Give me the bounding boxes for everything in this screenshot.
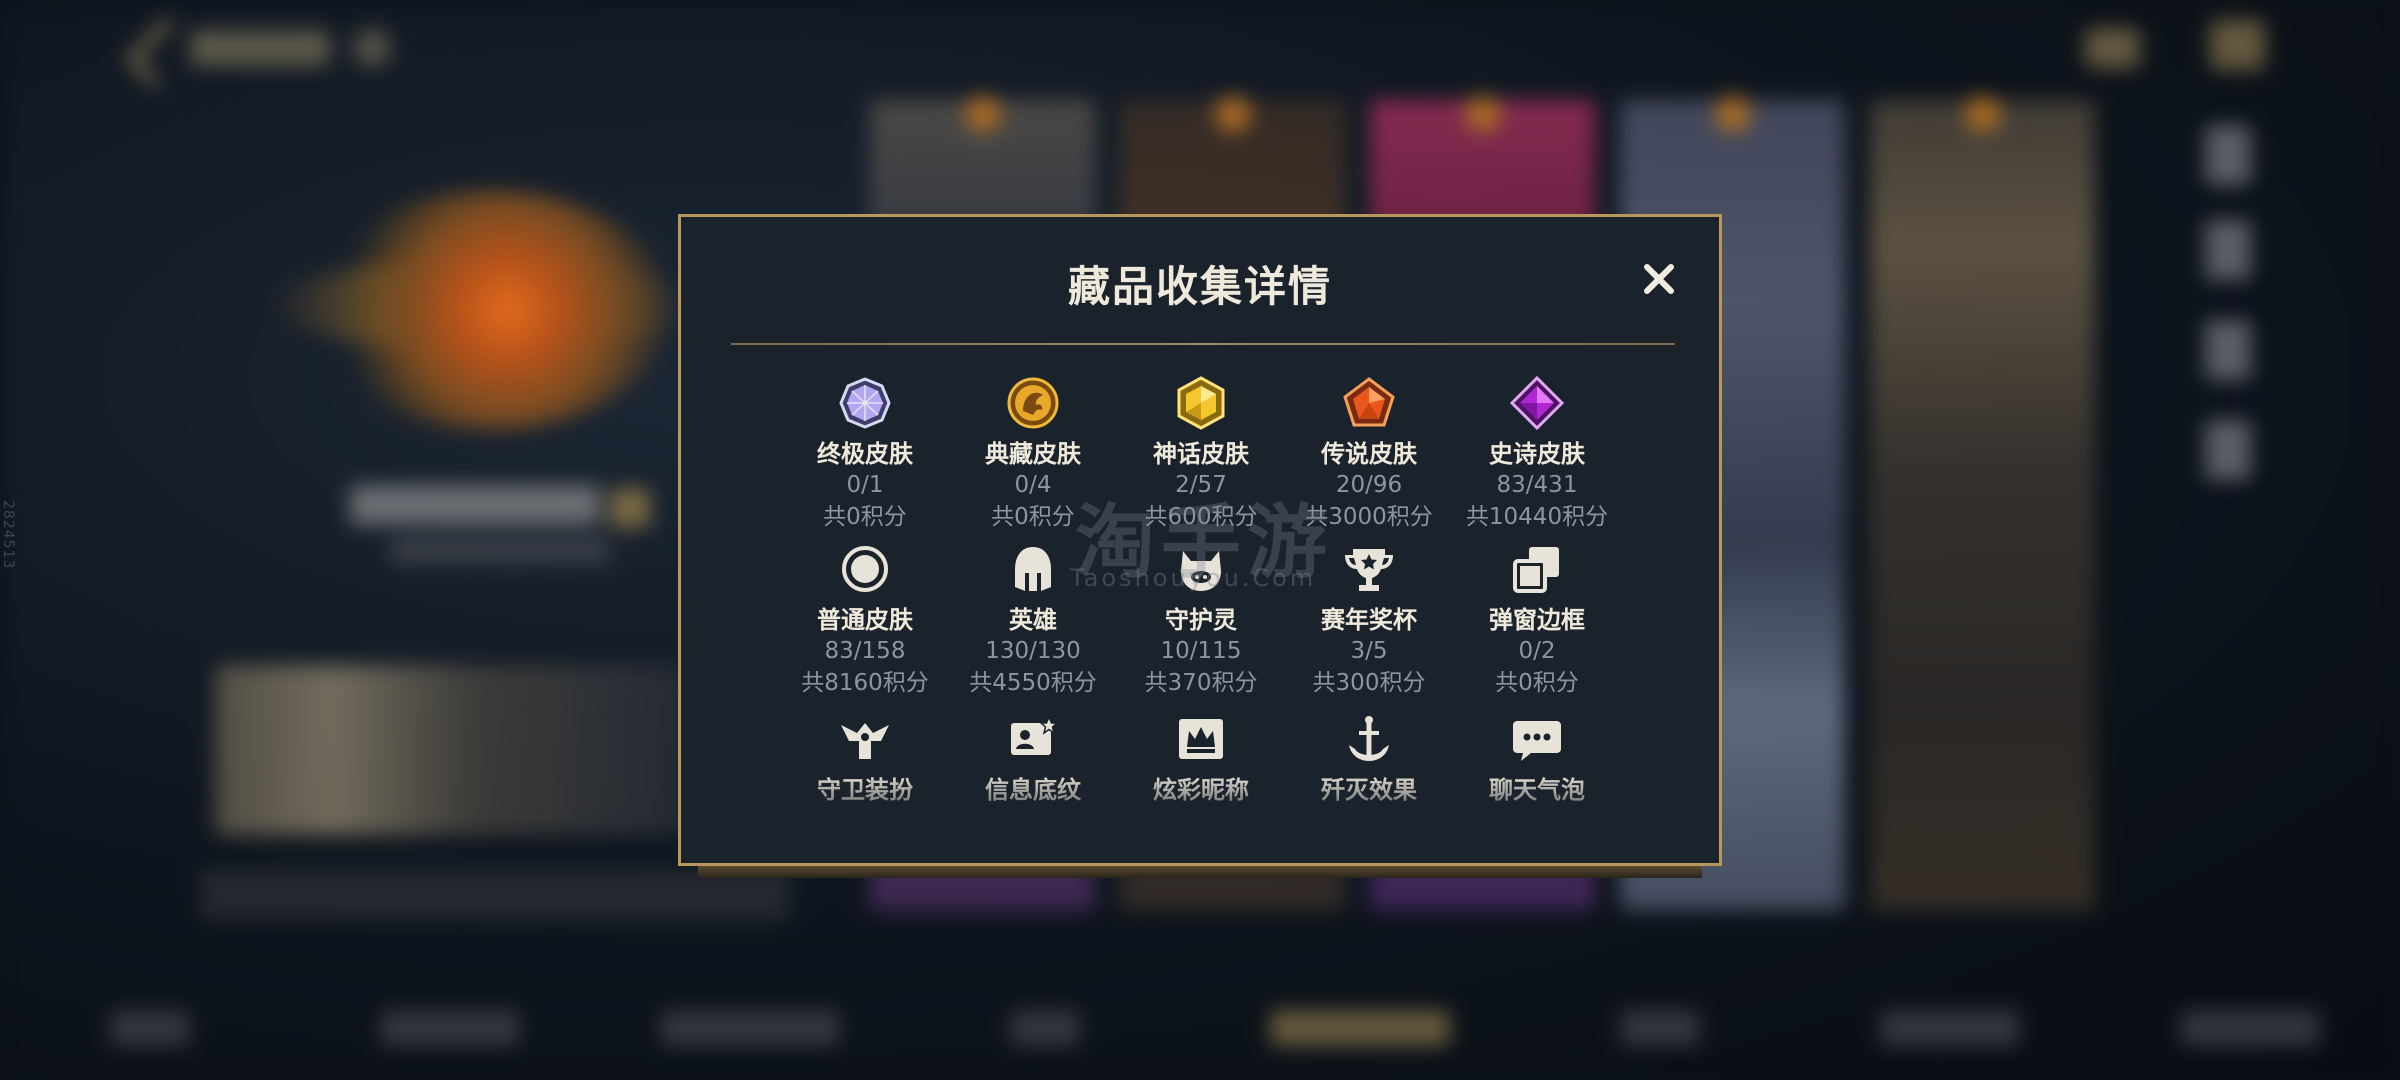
item-epic-skin[interactable]: 史诗皮肤 83/431 共10440积分 bbox=[1453, 375, 1621, 533]
item-annihilation-effect[interactable]: 歼灭效果 bbox=[1285, 711, 1453, 805]
epic-skin-gem-icon bbox=[1509, 375, 1565, 431]
settings-icon bbox=[2210, 20, 2265, 70]
item-label: 歼灭效果 bbox=[1321, 776, 1417, 804]
item-points: 共4550积分 bbox=[969, 670, 1097, 696]
item-hero[interactable]: 英雄 130/130 共4550积分 bbox=[949, 541, 1117, 699]
item-count: 0/1 bbox=[846, 472, 884, 498]
dialog-title: 藏品收集详情 bbox=[1067, 262, 1332, 311]
side-filter-icon bbox=[2205, 420, 2251, 480]
popup-frame-icon bbox=[1509, 541, 1565, 597]
item-count: 0/2 bbox=[1518, 638, 1556, 664]
item-info-background[interactable]: 信息底纹 bbox=[949, 711, 1117, 805]
item-guardian-spirit[interactable]: 守护灵 10/115 共370积分 bbox=[1117, 541, 1285, 699]
item-points: 共0积分 bbox=[991, 504, 1075, 530]
item-count: 130/130 bbox=[985, 638, 1081, 664]
item-label: 史诗皮肤 bbox=[1489, 440, 1585, 468]
player-subtitle bbox=[390, 538, 610, 564]
item-count: 2/57 bbox=[1175, 472, 1227, 498]
background-title bbox=[190, 30, 330, 66]
ultimate-skin-gem-icon bbox=[837, 375, 893, 431]
title-divider bbox=[731, 343, 1675, 345]
bottom-tab bbox=[1620, 1010, 1700, 1046]
player-badge bbox=[610, 488, 650, 528]
legend-skin-gem-icon bbox=[1341, 375, 1397, 431]
colorful-nickname-icon bbox=[1173, 711, 1229, 767]
item-count: 3/5 bbox=[1350, 638, 1388, 664]
item-chat-bubble[interactable]: 聊天气泡 bbox=[1453, 711, 1621, 805]
item-collection-skin[interactable]: 典藏皮肤 0/4 共0积分 bbox=[949, 375, 1117, 533]
item-label: 赛年奖杯 bbox=[1321, 606, 1417, 634]
close-button[interactable] bbox=[1635, 255, 1683, 303]
skin-card bbox=[1870, 96, 2095, 910]
item-points: 共10440积分 bbox=[1465, 504, 1609, 530]
item-colorful-nickname[interactable]: 炫彩昵称 bbox=[1117, 711, 1285, 805]
close-icon bbox=[1644, 264, 1674, 294]
side-filter-icon bbox=[2205, 220, 2251, 280]
item-label: 弹窗边框 bbox=[1489, 606, 1585, 634]
bottom-tab bbox=[1880, 1010, 2020, 1046]
item-label: 炫彩昵称 bbox=[1153, 776, 1249, 804]
side-filter-icon bbox=[2205, 320, 2251, 380]
side-filter-icon bbox=[2205, 125, 2251, 185]
mail-icon bbox=[2085, 28, 2140, 68]
gear-icon bbox=[352, 28, 392, 68]
bottom-tab bbox=[380, 1010, 520, 1046]
item-points: 共3000积分 bbox=[1305, 504, 1433, 530]
item-count: 10/115 bbox=[1160, 638, 1242, 664]
item-points: 共8160积分 bbox=[801, 670, 929, 696]
item-legend-skin[interactable]: 传说皮肤 20/96 共3000积分 bbox=[1285, 375, 1453, 533]
item-points: 共0积分 bbox=[1495, 670, 1579, 696]
bottom-tab bbox=[1010, 1010, 1080, 1046]
item-points: 共300积分 bbox=[1312, 670, 1426, 696]
item-label: 神话皮肤 bbox=[1153, 440, 1249, 468]
item-points: 共0积分 bbox=[823, 504, 907, 530]
myth-skin-gem-icon bbox=[1173, 375, 1229, 431]
collection-skin-dragon-icon bbox=[1005, 375, 1061, 431]
player-name bbox=[350, 485, 600, 525]
item-myth-skin[interactable]: 神话皮肤 2/57 共600积分 bbox=[1117, 375, 1285, 533]
item-points: 共600积分 bbox=[1144, 504, 1258, 530]
normal-skin-circle-icon bbox=[837, 541, 893, 597]
item-count: 0/4 bbox=[1014, 472, 1052, 498]
item-count: 83/431 bbox=[1496, 472, 1578, 498]
item-label: 普通皮肤 bbox=[817, 606, 913, 634]
item-points: 共370积分 bbox=[1144, 670, 1258, 696]
rank-emblem bbox=[310, 190, 670, 430]
item-normal-skin[interactable]: 普通皮肤 83/158 共8160积分 bbox=[781, 541, 949, 699]
item-season-trophy[interactable]: 赛年奖杯 3/5 共300积分 bbox=[1285, 541, 1453, 699]
featured-card bbox=[215, 665, 685, 835]
hero-helmet-icon bbox=[1005, 541, 1061, 597]
item-label: 守护灵 bbox=[1165, 606, 1237, 634]
bottom-tab-active bbox=[1270, 1010, 1450, 1046]
item-ultimate-skin[interactable]: 终极皮肤 0/1 共0积分 bbox=[781, 375, 949, 533]
item-count: 83/158 bbox=[824, 638, 906, 664]
item-guard-outfit[interactable]: 守卫装扮 bbox=[781, 711, 949, 805]
item-label: 守卫装扮 bbox=[817, 776, 913, 804]
guardian-spirit-icon bbox=[1173, 541, 1229, 597]
bottom-tab bbox=[2180, 1010, 2320, 1046]
item-label: 传说皮肤 bbox=[1321, 440, 1417, 468]
dialog-bottom-bar bbox=[698, 866, 1702, 878]
item-label: 聊天气泡 bbox=[1489, 776, 1585, 804]
guard-outfit-icon bbox=[837, 711, 893, 767]
info-background-icon bbox=[1005, 711, 1061, 767]
item-popup-frame[interactable]: 弹窗边框 0/2 共0积分 bbox=[1453, 541, 1621, 699]
item-label: 典藏皮肤 bbox=[985, 440, 1081, 468]
collection-details-dialog: 藏品收集详情 终极皮肤 0/1 共0积分 典藏皮肤 0/4 共0积分 神话皮肤 … bbox=[678, 214, 1722, 866]
bottom-tab bbox=[660, 1010, 840, 1046]
item-label: 英雄 bbox=[1009, 606, 1057, 634]
side-id-text: 2824513 bbox=[0, 500, 16, 570]
item-label: 信息底纹 bbox=[985, 776, 1081, 804]
item-count: 20/96 bbox=[1335, 472, 1403, 498]
item-label: 终极皮肤 bbox=[817, 440, 913, 468]
chat-bubble-icon bbox=[1509, 711, 1565, 767]
annihilation-effect-icon bbox=[1341, 711, 1397, 767]
season-trophy-icon bbox=[1341, 541, 1397, 597]
bottom-tab bbox=[110, 1010, 190, 1046]
